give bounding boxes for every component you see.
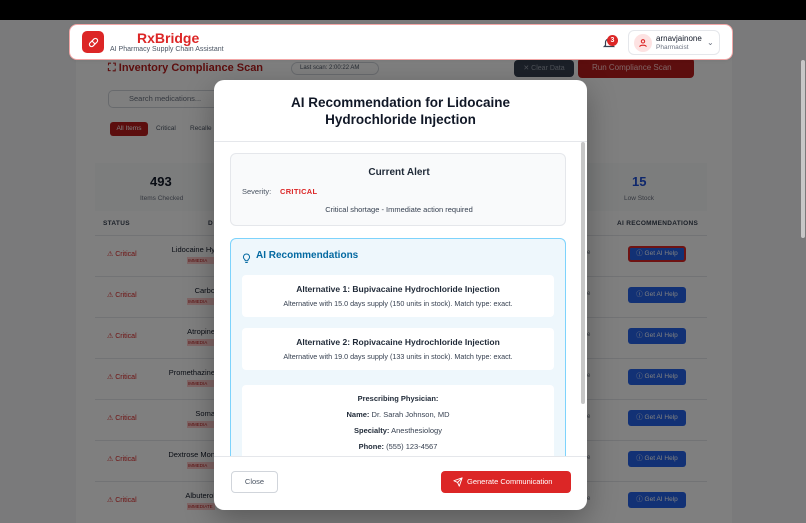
- ai-recommendation-modal: AI Recommendation for Lidocaine Hydrochl…: [214, 80, 587, 510]
- physician-heading: Prescribing Physician:: [357, 394, 439, 403]
- app-header: RxBridge AI Pharmacy Supply Chain Assist…: [69, 24, 733, 60]
- physician-specialty-label: Specialty:: [354, 426, 390, 435]
- chevron-down-icon: ⌄: [707, 38, 714, 47]
- physician-specialty: Anesthesiology: [391, 426, 442, 435]
- alternative-card-1: Alternative 1: Bupivacaine Hydrochloride…: [242, 275, 554, 317]
- lightbulb-icon: [242, 251, 251, 269]
- prescribing-physician-card: Prescribing Physician: Name: Dr. Sarah J…: [242, 385, 554, 456]
- notification-badge: 3: [607, 35, 618, 46]
- alert-message: Critical shortage - Immediate action req…: [325, 205, 473, 214]
- brand-title: RxBridge: [137, 30, 200, 46]
- alternative-title: Alternative 1: Bupivacaine Hydrochloride…: [296, 284, 500, 294]
- physician-phone-label: Phone:: [358, 442, 385, 451]
- alternative-description: Alternative with 19.0 days supply (133 u…: [283, 352, 513, 361]
- physician-phone: (555) 123-4567: [386, 442, 438, 451]
- user-role: Pharmacist: [656, 44, 689, 51]
- physician-phone-line: Phone: (555) 123-4567: [242, 442, 554, 451]
- pill-logo-icon: [82, 31, 104, 53]
- alternative-card-2: Alternative 2: Ropivacaine Hydrochloride…: [242, 328, 554, 370]
- ai-recommendations-heading: AI Recommendations: [256, 250, 359, 261]
- user-name: arnavjainone: [656, 34, 702, 43]
- close-button[interactable]: Close: [231, 471, 278, 493]
- physician-name-line: Name: Dr. Sarah Johnson, MD: [242, 410, 554, 419]
- user-avatar-icon: [634, 34, 652, 52]
- page-scrollbar[interactable]: [801, 60, 805, 238]
- modal-scrollbar[interactable]: [581, 142, 585, 404]
- send-icon: [453, 477, 463, 487]
- physician-name: Dr. Sarah Johnson, MD: [371, 410, 450, 419]
- modal-footer-divider: [214, 456, 587, 457]
- alternative-description: Alternative with 15.0 days supply (150 u…: [283, 299, 513, 308]
- severity-value: CRITICAL: [280, 187, 318, 196]
- ai-recommendations-card: AI Recommendations Alternative 1: Bupiva…: [230, 238, 566, 456]
- modal-body[interactable]: Current Alert Severity: CRITICAL Critica…: [214, 142, 587, 456]
- alternative-title: Alternative 2: Ropivacaine Hydrochloride…: [296, 337, 500, 347]
- severity-label: Severity:: [242, 187, 272, 196]
- user-menu[interactable]: arnavjainone Pharmacist ⌄: [628, 30, 720, 55]
- brand-subtitle: AI Pharmacy Supply Chain Assistant: [110, 46, 224, 53]
- generate-communication-button[interactable]: Generate Communication: [441, 471, 571, 493]
- current-alert-card: Current Alert Severity: CRITICAL Critica…: [230, 153, 566, 226]
- modal-title: AI Recommendation for Lidocaine Hydrochl…: [290, 95, 511, 127]
- physician-specialty-line: Specialty: Anesthesiology: [242, 426, 554, 435]
- physician-name-label: Name:: [346, 410, 370, 419]
- current-alert-heading: Current Alert: [368, 167, 430, 178]
